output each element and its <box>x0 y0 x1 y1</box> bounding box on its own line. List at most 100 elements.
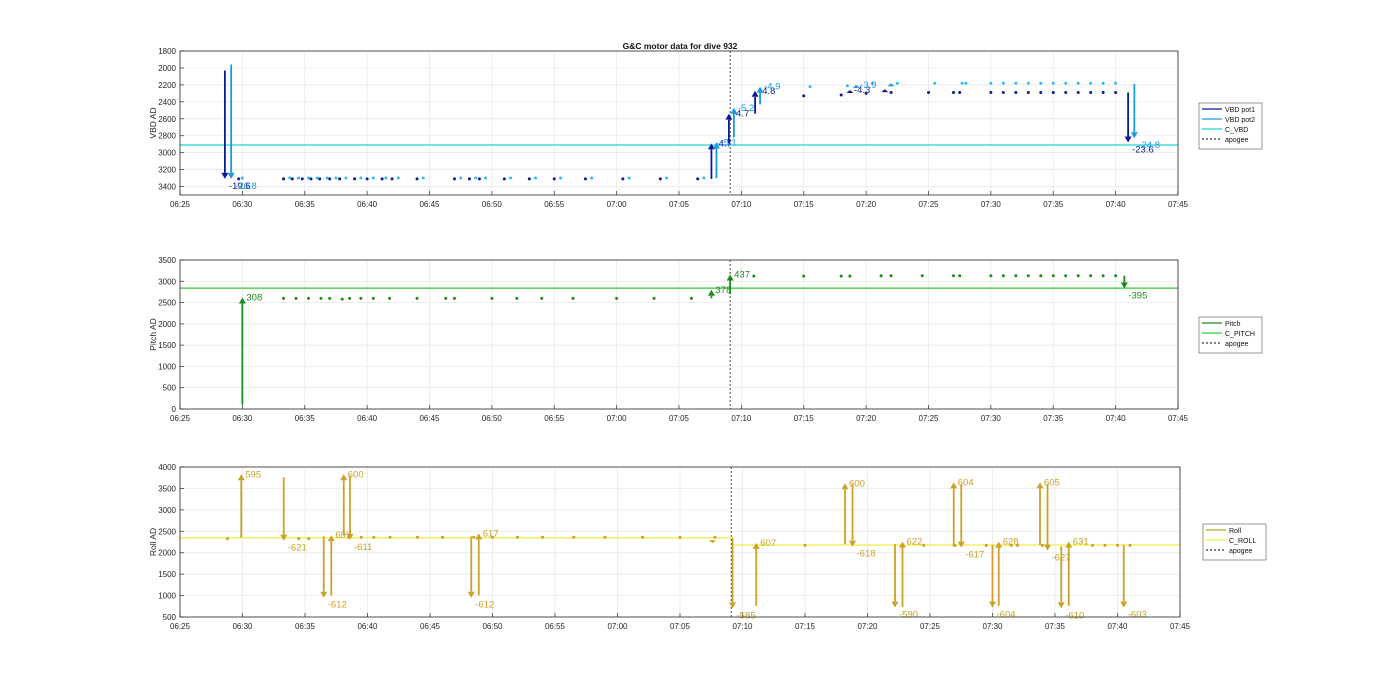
data-point <box>621 177 625 181</box>
data-point <box>848 274 852 278</box>
data-point <box>989 91 993 95</box>
data-point <box>658 177 662 181</box>
data-point <box>1064 91 1068 95</box>
move-value-label: 437 <box>734 269 750 280</box>
data-point <box>590 176 594 180</box>
data-point <box>380 177 384 181</box>
data-point <box>627 176 631 180</box>
x-tick-label: 07:35 <box>1045 622 1066 631</box>
data-point <box>459 176 463 180</box>
data-point <box>502 177 506 181</box>
x-tick-label: 06:45 <box>419 414 440 423</box>
data-point <box>802 94 806 98</box>
data-point <box>416 535 419 539</box>
data-point <box>803 543 807 547</box>
y-tick-label: 1800 <box>158 47 176 56</box>
data-point <box>1103 543 1107 547</box>
x-tick-label: 06:30 <box>232 622 253 631</box>
data-point <box>541 535 544 539</box>
x-tick-label: 06:25 <box>170 414 191 423</box>
data-point <box>297 537 301 541</box>
x-tick-label: 07:30 <box>982 622 1003 631</box>
y-tick-label: 1000 <box>158 592 176 601</box>
move-value-label: -603 <box>1128 610 1147 621</box>
x-tick-label: 07:30 <box>981 414 1002 423</box>
move-value-label: -4.9 <box>764 82 780 93</box>
data-point <box>1091 543 1094 547</box>
x-tick-label: 06:50 <box>482 200 503 209</box>
data-point <box>474 176 478 180</box>
data-point <box>960 81 964 85</box>
x-tick-label: 06:50 <box>482 414 503 423</box>
data-point <box>359 535 363 539</box>
data-point <box>325 176 329 180</box>
move-value-label: 308 <box>246 292 262 303</box>
data-point <box>964 81 968 85</box>
legend-label: C_VBD <box>1225 127 1248 134</box>
data-point <box>652 296 656 300</box>
data-point <box>467 177 471 181</box>
y-tick-label: 2000 <box>158 320 176 329</box>
data-point <box>415 177 419 181</box>
data-point <box>1001 274 1005 278</box>
move-value-label: -617 <box>965 550 984 561</box>
data-point <box>958 274 962 278</box>
move-value-label: -24.8 <box>1138 140 1160 151</box>
data-point <box>338 177 342 181</box>
data-point <box>951 274 955 278</box>
y-tick-label: 1000 <box>158 362 176 371</box>
data-point <box>895 81 899 85</box>
data-point <box>802 274 806 278</box>
move-value-label: 604 <box>958 477 974 488</box>
x-tick-label: 07:15 <box>795 622 816 631</box>
x-tick-label: 06:30 <box>232 414 253 423</box>
y-tick-label: 3500 <box>158 256 176 265</box>
data-point <box>340 297 344 301</box>
data-point <box>477 177 481 181</box>
x-tick-label: 07:40 <box>1106 200 1127 209</box>
data-point <box>396 176 400 180</box>
data-point <box>572 535 576 539</box>
move-value-label: -585 <box>737 610 756 621</box>
legend-label: apogee <box>1225 341 1248 348</box>
data-point <box>1051 91 1055 95</box>
y-tick-label: 2500 <box>158 299 176 308</box>
x-tick-label: 07:30 <box>981 200 1002 209</box>
data-point <box>390 177 394 181</box>
y-tick-label: 2400 <box>158 98 176 107</box>
move-value-label: 605 <box>1044 477 1060 488</box>
data-point <box>1001 91 1005 95</box>
roll-panel: 06:25 06:30 06:35 06:40 06:45 06:50 06:55 07:00… <box>148 463 1267 631</box>
data-point <box>328 296 332 300</box>
legend-label: VBD pot1 <box>1225 107 1255 114</box>
data-point <box>534 176 538 180</box>
x-tick-label: 07:00 <box>607 414 628 423</box>
data-point <box>315 176 319 180</box>
data-point <box>359 296 363 300</box>
x-tick-label: 07:00 <box>607 622 628 631</box>
move-value-label: 617 <box>483 528 499 539</box>
data-point <box>540 296 544 300</box>
data-point <box>1101 274 1105 278</box>
legend: Pitch C_PITCHapogee <box>1198 316 1263 354</box>
y-axis-label: Pitch AD <box>148 318 158 351</box>
data-point <box>1014 91 1018 95</box>
data-point <box>282 177 286 181</box>
move-value-label: -611 <box>354 542 372 553</box>
x-tick-label: 07:25 <box>918 200 939 209</box>
data-point <box>444 296 448 300</box>
x-tick-label: 07:10 <box>732 622 753 631</box>
y-tick-label: 2500 <box>158 527 176 536</box>
x-tick-label: 07:35 <box>1043 414 1064 423</box>
data-point <box>353 177 357 181</box>
x-tick-label: 07:15 <box>794 414 815 423</box>
data-point <box>1039 81 1043 85</box>
data-point <box>1128 543 1132 547</box>
legend-label: apogee <box>1229 548 1252 555</box>
data-point <box>294 296 298 300</box>
data-point <box>1114 81 1118 85</box>
data-point <box>388 296 392 300</box>
move-value-label: 607 <box>760 538 776 549</box>
x-tick-label: 07:35 <box>1043 200 1064 209</box>
data-point <box>1101 81 1105 85</box>
